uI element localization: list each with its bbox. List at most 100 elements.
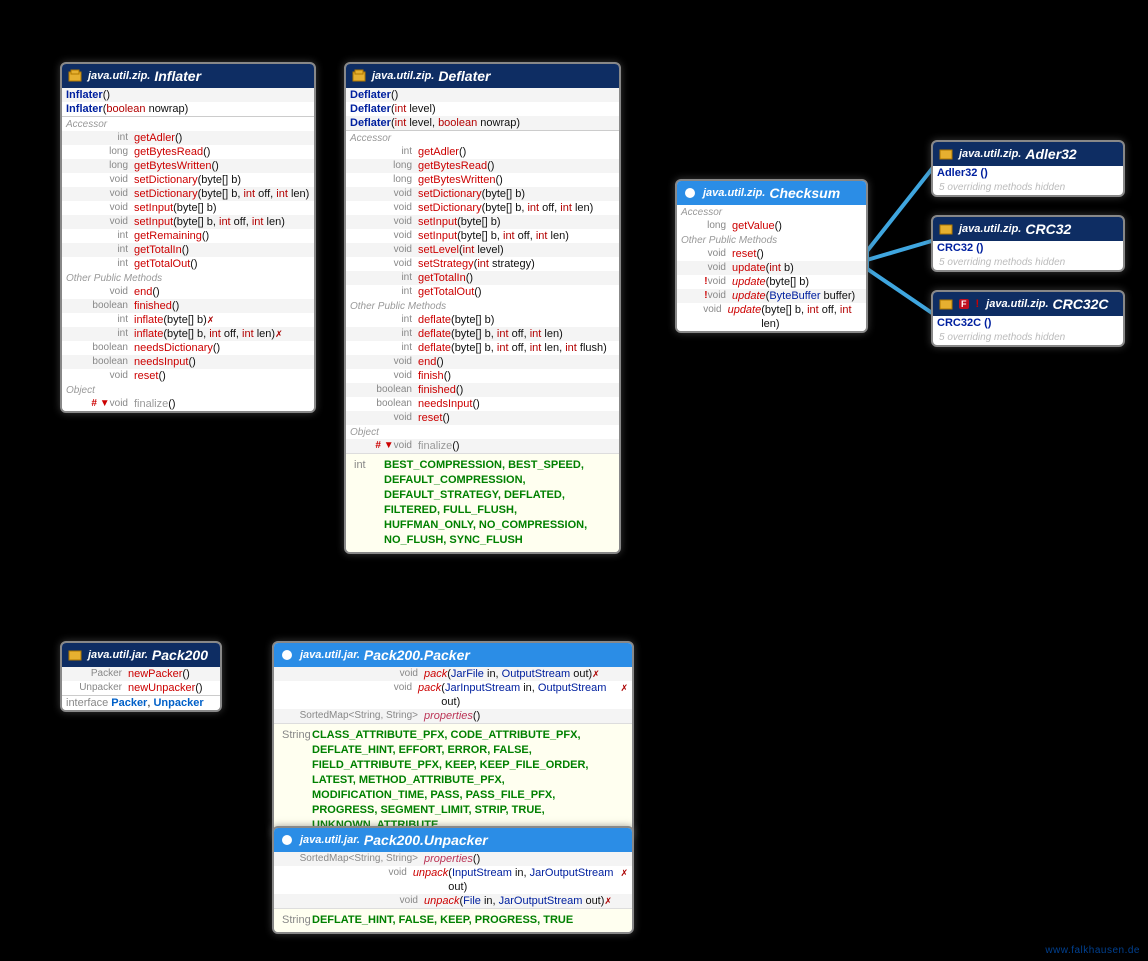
header-packer: java.util.jar. Pack200.Packer [274, 643, 632, 667]
class-icon [939, 221, 955, 237]
hidden-note: 5 overriding methods hidden [933, 180, 1123, 195]
interface-unpacker: java.util.jar. Pack200.Unpacker SortedMap… [272, 826, 634, 934]
class-deflater: java.util.zip.Deflater Deflater ()Deflat… [344, 62, 621, 554]
pkg-label: java.util.zip. [959, 223, 1021, 235]
method-row: intdeflate (byte[] b, int off, int len) [346, 327, 619, 341]
class-icon [352, 68, 368, 84]
cls-label: Pack200.Unpacker [364, 832, 488, 848]
method-row: intinflate (byte[] b) ✗ [62, 313, 314, 327]
class-crc32c: F ! java.util.zip.CRC32C CRC32C () 5 ove… [931, 290, 1125, 347]
pkg-label: java.util.zip. [372, 70, 434, 82]
method-row: # ▼voidfinalize () [62, 397, 314, 411]
deflater-body: Deflater ()Deflater (int level)Deflater … [346, 88, 619, 453]
nested-packer[interactable]: Packer [111, 696, 147, 710]
cls-label: Inflater [154, 68, 201, 84]
method-row: intinflate (byte[] b, int off, int len) … [62, 327, 314, 341]
packer-consts: StringCLASS_ATTRIBUTE_PFX, CODE_ATTRIBUT… [274, 723, 632, 837]
method-row: voidend () [346, 355, 619, 369]
method-row: voidsetStrategy (int strategy) [346, 257, 619, 271]
method-row: intdeflate (byte[] b) [346, 313, 619, 327]
interface-packer: java.util.jar. Pack200.Packer voidpack (J… [272, 641, 634, 839]
header-crc32: java.util.zip.CRC32 [933, 217, 1123, 241]
header-unpacker: java.util.jar. Pack200.Unpacker [274, 828, 632, 852]
ctor: CRC32C () [937, 316, 991, 330]
method-row: intgetTotalIn () [62, 243, 314, 257]
const-type: String [282, 913, 312, 928]
method-row: voidsetDictionary (byte[] b) [346, 187, 619, 201]
header-checksum: java.util.zip.Checksum [677, 181, 866, 205]
method-row: booleanneedsInput () [62, 355, 314, 369]
pkg-label: java.util.zip. [88, 70, 150, 82]
const-list: CLASS_ATTRIBUTE_PFX, CODE_ATTRIBUTE_PFX,… [312, 728, 620, 833]
method-row: !voidupdate (byte[] b) [677, 275, 866, 289]
cls-label: Checksum [769, 185, 840, 201]
method-row: intdeflate (byte[] b, int off, int len, … [346, 341, 619, 355]
class-icon [939, 296, 955, 312]
inflater-body: Inflater ()Inflater (boolean nowrap)Acce… [62, 88, 314, 411]
method-row: UnpackernewUnpacker () [62, 681, 220, 695]
method-row: voidsetInput (byte[] b) [346, 215, 619, 229]
method-row: voidreset () [346, 411, 619, 425]
cls-label: Pack200 [152, 647, 208, 663]
ctor-row: Deflater (int level) [346, 102, 619, 116]
class-pack200: java.util.jar. Pack200 PackernewPacker ()… [60, 641, 222, 712]
method-row: intgetAdler () [346, 145, 619, 159]
method-row: longgetBytesRead () [62, 145, 314, 159]
class-adler32: java.util.zip.Adler32 Adler32 () 5 overr… [931, 140, 1125, 197]
class-icon [68, 68, 84, 84]
method-row: voidpack (JarFile in, OutputStream out) … [274, 667, 632, 681]
final-badge: F [959, 299, 969, 309]
pkg-label: java.util.zip. [959, 148, 1021, 160]
method-row: intgetTotalIn () [346, 271, 619, 285]
header-crc32c: F ! java.util.zip.CRC32C [933, 292, 1123, 316]
method-row: PackernewPacker () [62, 667, 220, 681]
method-row: intgetTotalOut () [62, 257, 314, 271]
interface-icon [280, 832, 296, 848]
class-crc32: java.util.zip.CRC32 CRC32 () 5 overridin… [931, 215, 1125, 272]
unpacker-body: SortedMap<String, String>properties ()vo… [274, 852, 632, 908]
method-row: longgetBytesRead () [346, 159, 619, 173]
pkg-label: java.util.zip. [986, 298, 1048, 310]
class-inflater: java.util.zip. Inflater Inflater ()Inflat… [60, 62, 316, 413]
method-row: voidsetInput (byte[] b, int off, int len… [62, 215, 314, 229]
footer-link[interactable]: www.falkhausen.de [1045, 945, 1140, 956]
nested-row: interface Packer, Unpacker [62, 696, 220, 710]
method-row: voidupdate (int b) [677, 261, 866, 275]
const-type: int [354, 458, 384, 473]
method-row: voidupdate (byte[] b, int off, int len) [677, 303, 866, 331]
method-row: voidfinish () [346, 369, 619, 383]
pkg-label: java.util.jar. [300, 649, 360, 661]
header-inflater: java.util.zip. Inflater [62, 64, 314, 88]
pkg-label: java.util.jar. [88, 649, 148, 661]
method-row: booleanfinished () [62, 299, 314, 313]
nested-unpacker[interactable]: Unpacker [153, 696, 203, 710]
method-row: voidend () [62, 285, 314, 299]
method-row: booleanneedsInput () [346, 397, 619, 411]
cls-label: Pack200.Packer [364, 647, 470, 663]
deflater-consts: intBEST_COMPRESSION, BEST_SPEED, DEFAULT… [346, 453, 619, 552]
method-row: intgetRemaining () [62, 229, 314, 243]
method-row: voidreset () [677, 247, 866, 261]
method-row: # ▼voidfinalize () [346, 439, 619, 453]
unpacker-consts: StringDEFLATE_HINT, FALSE, KEEP, PROGRES… [274, 908, 632, 932]
cls-label: Adler32 [1025, 146, 1076, 162]
section-title: Accessor [677, 205, 866, 219]
hidden-note: 5 overriding methods hidden [933, 330, 1123, 345]
ctor-row: Inflater () [62, 88, 314, 102]
method-row: intgetAdler () [62, 131, 314, 145]
method-row: !voidupdate (ByteBuffer buffer) [677, 289, 866, 303]
method-row: intgetTotalOut () [346, 285, 619, 299]
ctor-row: Inflater (boolean nowrap) [62, 102, 314, 116]
method-row: SortedMap<String, String>properties () [274, 852, 632, 866]
method-row: voidsetInput (byte[] b, int off, int len… [346, 229, 619, 243]
header-adler32: java.util.zip. Adler32 [933, 142, 1123, 166]
pkg-label: java.util.jar. [300, 834, 360, 846]
ctor-row: Deflater (int level, boolean nowrap) [346, 116, 619, 130]
method-row: voidsetInput (byte[] b) [62, 201, 314, 215]
method-row: booleanfinished () [346, 383, 619, 397]
ctor: CRC32 () [937, 241, 983, 255]
section-title: Other Public Methods [677, 233, 866, 247]
ctor-row: Deflater () [346, 88, 619, 102]
method-row: voidsetDictionary (byte[] b, int off, in… [346, 201, 619, 215]
class-icon [68, 647, 84, 663]
